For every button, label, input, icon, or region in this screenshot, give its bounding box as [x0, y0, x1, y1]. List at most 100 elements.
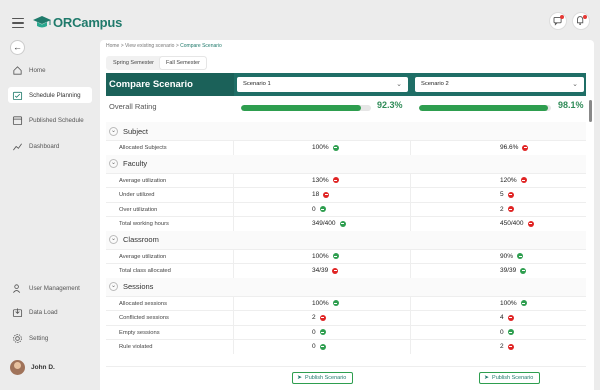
row-label: Allocated sessions [119, 300, 168, 307]
scenario-2-select[interactable]: Scenario 2 ⌄ [415, 77, 584, 92]
back-arrow-icon[interactable]: ← [10, 40, 25, 55]
scenario-1-value: 0 [312, 206, 326, 213]
row-label: Conflicted sessions [119, 315, 169, 321]
sidebar: ← Home Schedule Planning Published Sched… [0, 36, 100, 390]
table-row: Empty sessions 0 0 [106, 324, 586, 339]
scenario-1-value: 0 [312, 329, 326, 336]
sidebar-item-label: Home [29, 66, 46, 74]
logo-text: ORCampus [53, 14, 123, 30]
chevron-down-icon[interactable]: ⌄ [109, 126, 118, 136]
warning-status-icon [507, 206, 514, 212]
tab-fall-semester[interactable]: Fall Semester [159, 57, 206, 69]
scenario-1-value: 100% [312, 144, 339, 151]
compare-header: Compare Scenario Scenario 1 ⌄ Scenario 2… [106, 73, 586, 96]
breadcrumb-home[interactable]: Home [106, 43, 119, 49]
data-load-icon [12, 307, 23, 317]
table-row: Conflicted sessions 2 4 [106, 310, 586, 325]
overall-bar-2-fill [419, 105, 549, 111]
sidebar-item-label: Published Schedule [29, 116, 84, 124]
sidebar-item-user-management[interactable]: User Management [8, 280, 92, 296]
overall-bar-1-fill [241, 105, 361, 111]
warning-status-icon [319, 314, 326, 321]
scenario-1-value: 100% [312, 300, 339, 307]
users-icon [13, 283, 21, 293]
warning-status-icon [520, 177, 527, 183]
check-status-icon [339, 220, 346, 227]
table-row: Average utilization 130% 120% [106, 172, 586, 187]
section-subject[interactable]: ⌄ Subject [106, 122, 586, 140]
table-row: Total working hours 349/400 450/400 [106, 216, 586, 231]
overall-pct-2: 98.1% [558, 100, 584, 110]
check-status-icon [319, 329, 326, 335]
row-label: Average utilization [119, 253, 167, 260]
user-profile[interactable]: John D. [10, 360, 55, 375]
scenario-2-value: 450/400 [500, 220, 534, 227]
section-title: Classroom [123, 235, 159, 244]
comparison-table: ⌄ Subject Allocated Subjects 100% 96.6% ⌄ Facu… [106, 122, 586, 354]
sidebar-item-data-load[interactable]: Data Load [8, 304, 92, 320]
scenario-1-value: 0 [312, 343, 326, 350]
table-row: Under utilized 18 5 [106, 187, 586, 202]
check-status-icon [319, 343, 326, 350]
scenario-1-value: 18 [312, 191, 330, 198]
breadcrumb-view-existing[interactable]: View existing scenario [125, 43, 174, 49]
chat-icon[interactable] [549, 12, 567, 30]
publish-scenario-1-button[interactable]: ➤ Publish Scenario [292, 372, 354, 384]
home-icon [13, 65, 22, 75]
scenario-2-value: 120% [500, 177, 527, 184]
sidebar-item-label: Data Load [29, 308, 58, 316]
section-classroom[interactable]: ⌄ Classroom [106, 230, 586, 249]
breadcrumb: Home > View existing scenario > Compare … [106, 43, 222, 49]
scenario-2-value: 90% [500, 253, 524, 260]
menu-icon[interactable] [12, 18, 24, 29]
overall-rating-row: Overall Rating 92.3% 98.1% [106, 98, 586, 118]
scenario-1-value: 34/39 [312, 267, 339, 274]
sidebar-item-setting[interactable]: Setting [8, 330, 92, 346]
warning-status-icon [323, 191, 330, 198]
sidebar-item-home[interactable]: Home [8, 62, 92, 78]
breadcrumb-current: Compare Scenario [180, 43, 222, 49]
check-status-icon [520, 267, 527, 274]
scenario-1-value: 349/400 [312, 220, 346, 227]
sidebar-item-dashboard[interactable]: Dashboard [8, 138, 92, 154]
scenario-2-value: 5 [500, 191, 514, 198]
scenario-1-value: 100% [312, 253, 339, 260]
row-label: Over utilization [119, 206, 158, 213]
row-label: Allocated Subjects [119, 145, 167, 151]
tab-spring-semester[interactable]: Spring Semester [107, 57, 160, 69]
scenario-1-select[interactable]: Scenario 1 ⌄ [237, 77, 408, 92]
scenario-2-value: 2 [500, 206, 514, 213]
scenario-1-value: 2 [312, 314, 326, 321]
scenario-2-value: 96.6% [500, 144, 529, 151]
overall-pct-1: 92.3% [377, 100, 403, 110]
warning-status-icon [507, 314, 514, 321]
scenario-2-value: 100% [500, 300, 527, 307]
table-row: Total class allocated 34/39 39/39 [106, 263, 586, 278]
section-sessions[interactable]: ⌄ Sessions [106, 277, 586, 296]
logo: ORCampus [32, 14, 122, 30]
chevron-down-icon[interactable]: ⌄ [109, 235, 118, 244]
publish-row: ➤ Publish Scenario ➤ Publish Scenario [106, 366, 586, 386]
row-label: Empty sessions [119, 329, 160, 336]
calendar-icon [12, 91, 23, 100]
overall-rating-label: Overall Rating [109, 102, 157, 111]
chevron-down-icon[interactable]: ⌄ [109, 282, 118, 291]
sidebar-item-label: Schedule Planning [29, 91, 81, 99]
check-status-icon [517, 253, 524, 259]
table-row: Average utilization 100% 90% [106, 248, 586, 263]
row-label: Average utilization [119, 177, 167, 184]
sidebar-item-published-schedule[interactable]: Published Schedule [8, 112, 92, 128]
section-faculty[interactable]: ⌄ Faculty [106, 154, 586, 173]
scrollbar[interactable] [589, 100, 592, 122]
table-row: Allocated Subjects 100% 96.6% [106, 140, 586, 155]
row-label: Total working hours [119, 221, 169, 227]
sidebar-item-label: Dashboard [29, 142, 60, 150]
scenario-2-value: 0 [500, 329, 514, 336]
chevron-down-icon[interactable]: ⌄ [109, 159, 118, 168]
send-icon: ➤ [484, 375, 490, 381]
bell-icon[interactable] [572, 12, 590, 30]
warning-status-icon [332, 177, 339, 183]
check-status-icon [332, 253, 339, 259]
publish-scenario-2-button[interactable]: ➤ Publish Scenario [479, 372, 541, 384]
sidebar-item-schedule-planning[interactable]: Schedule Planning [8, 87, 92, 103]
